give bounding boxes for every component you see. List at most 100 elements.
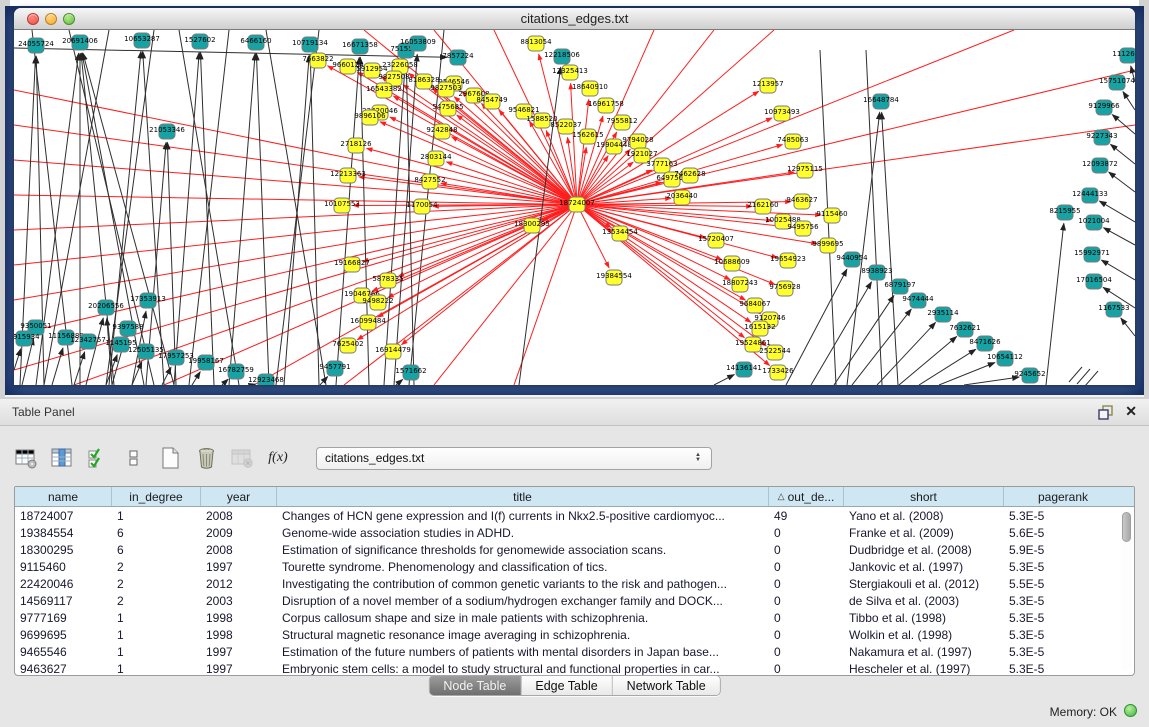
citation-edge-black[interactable] [714,375,734,385]
network-table-selector[interactable]: citations_edges.txt▲▼ [316,447,712,470]
table-row[interactable]: 1456911722003Disruption of a novel membe… [15,592,1134,609]
citation-edge-black[interactable] [284,55,309,385]
cell-title: Investigating the contribution of common… [277,577,769,591]
citation-edge[interactable] [179,30,239,385]
citation-edge-red[interactable] [577,205,745,301]
citation-edge-black[interactable] [52,348,63,385]
cell-name: 9463627 [15,662,112,676]
column-label: pagerank [1038,490,1088,504]
column-label: in_degree [129,490,182,504]
cell-name: 9115460 [15,560,112,574]
citation-edge-black[interactable] [1121,318,1135,336]
citation-edge-black[interactable] [74,352,85,385]
citation-edge-black[interactable] [964,377,1019,385]
minimize-window-button[interactable] [45,13,57,25]
graph-node-label: 1167533 [1098,304,1129,312]
column-header-name[interactable]: name [15,487,112,506]
column-label: name [48,490,78,504]
zoom-window-button[interactable] [63,13,75,25]
column-header-in_degree[interactable]: in_degree [112,487,201,506]
table-row[interactable]: 1938455462009Genome-wide association stu… [15,524,1134,541]
cell-year: 1998 [201,628,277,642]
citation-edge[interactable] [434,205,577,386]
column-header-pagerank[interactable]: pagerank [1004,487,1122,506]
citation-edge-black[interactable] [336,57,359,385]
graph-node-label: 18807243 [722,279,758,287]
citation-edge-red[interactable] [398,205,577,277]
citation-edge-black[interactable] [222,379,228,385]
graph-node-label: 2522544 [759,347,791,355]
citation-edge-black[interactable] [847,112,880,385]
citation-edge-red[interactable] [388,205,577,298]
table-row[interactable]: 977716911998Corpus callosum shape and si… [15,609,1134,626]
table-row[interactable]: 946362711997Embryonic stem cells: a mode… [15,660,1134,676]
select-mode-icon[interactable] [86,447,110,469]
table-settings-icon[interactable] [14,447,38,469]
citation-edge-black[interactable] [1046,223,1064,385]
graph-node-label: 9457791 [319,363,350,371]
citation-edge-black[interactable] [811,282,871,385]
float-panel-icon[interactable] [1098,405,1113,420]
cell-pagerank: 5.3E-5 [1004,594,1122,608]
graph-node-label: 8522037 [550,121,581,129]
show-column-icon[interactable] [50,447,74,469]
memory-status-indicator[interactable] [1124,704,1137,717]
table-row[interactable]: 1830029562008Estimation of significance … [15,541,1134,558]
citation-edge-black[interactable] [396,380,403,385]
network-graph-canvas[interactable]: 2405572420691406106532871527602646616010… [14,30,1135,385]
citation-edge[interactable] [266,30,326,385]
table-row[interactable]: 1872400712008Changes of HCN gene express… [15,507,1134,524]
create-column-icon[interactable] [158,447,182,469]
node-table[interactable]: name in_degree yeartitle△out_de... short pag… [14,486,1135,676]
citation-edge-black[interactable] [899,337,957,385]
table-row[interactable]: 946554611997Estimation of the future num… [15,643,1134,660]
tab-node-table[interactable]: Node Table [429,676,521,695]
graph-node-label: 10973493 [764,108,800,116]
cell-name: 9465546 [15,645,112,659]
citation-edge[interactable] [514,205,577,386]
citation-edge-red[interactable] [571,83,577,204]
row-options-icon[interactable] [122,447,146,469]
graph-node-label: 8471626 [969,338,1001,346]
close-panel-icon[interactable]: ✕ [1125,403,1137,420]
table-row[interactable]: 2242004622012Investigating the contribut… [15,575,1134,592]
citation-edge-black[interactable] [174,52,199,385]
citation-edge-black[interactable] [1123,92,1135,110]
citation-edge-black[interactable] [834,296,894,385]
citation-edge-black[interactable] [14,349,21,370]
citation-edge-black[interactable] [919,349,976,385]
column-label: short [910,490,937,504]
citation-edge-black[interactable] [877,323,935,385]
graph-node-label: 5878335 [372,275,403,283]
column-header-year[interactable]: year [201,487,277,506]
window-titlebar[interactable]: citations_edges.txt [14,8,1135,30]
table-row[interactable]: 969969511998Structural magnetic resonanc… [15,626,1134,643]
graph-node-label: 16543382 [366,85,402,93]
cell-short: Stergiakouli et al. (2012) [844,577,1004,591]
citation-edge-black[interactable] [143,51,164,385]
tab-network-table[interactable]: Network Table [613,676,720,695]
vertical-scrollbar[interactable] [1121,510,1132,670]
graph-node-label: 1527602 [184,36,215,44]
column-header-title[interactable]: title [277,487,769,506]
function-builder-icon[interactable]: f(x) [266,447,290,469]
graph-node-label: 6879197 [884,281,915,289]
citation-edge-red[interactable] [402,205,577,345]
citation-edge-black[interactable] [1104,228,1135,245]
citation-edge-black[interactable] [200,52,214,385]
scrollbar-thumb[interactable] [1122,512,1131,542]
citation-edge-black[interactable] [167,142,176,385]
citation-edge-black[interactable] [1109,172,1135,192]
citation-edge-black[interactable] [310,55,319,385]
network-view-window[interactable]: citations_edges.txt 24055724206914061065… [14,8,1135,385]
delete-column-icon[interactable] [194,447,218,469]
table-row[interactable]: 911546021997Tourette syndrome. Phenomeno… [15,558,1134,575]
citation-edge-black[interactable] [320,377,328,385]
citation-edge-black[interactable] [192,372,200,385]
graph-node-label: 9756928 [769,283,800,291]
close-window-button[interactable] [27,13,39,25]
citation-edge-black[interactable] [132,362,142,385]
column-header-out_de[interactable]: △out_de... [769,487,844,506]
column-header-short[interactable]: short [844,487,1004,506]
tab-edge-table[interactable]: Edge Table [521,676,612,695]
